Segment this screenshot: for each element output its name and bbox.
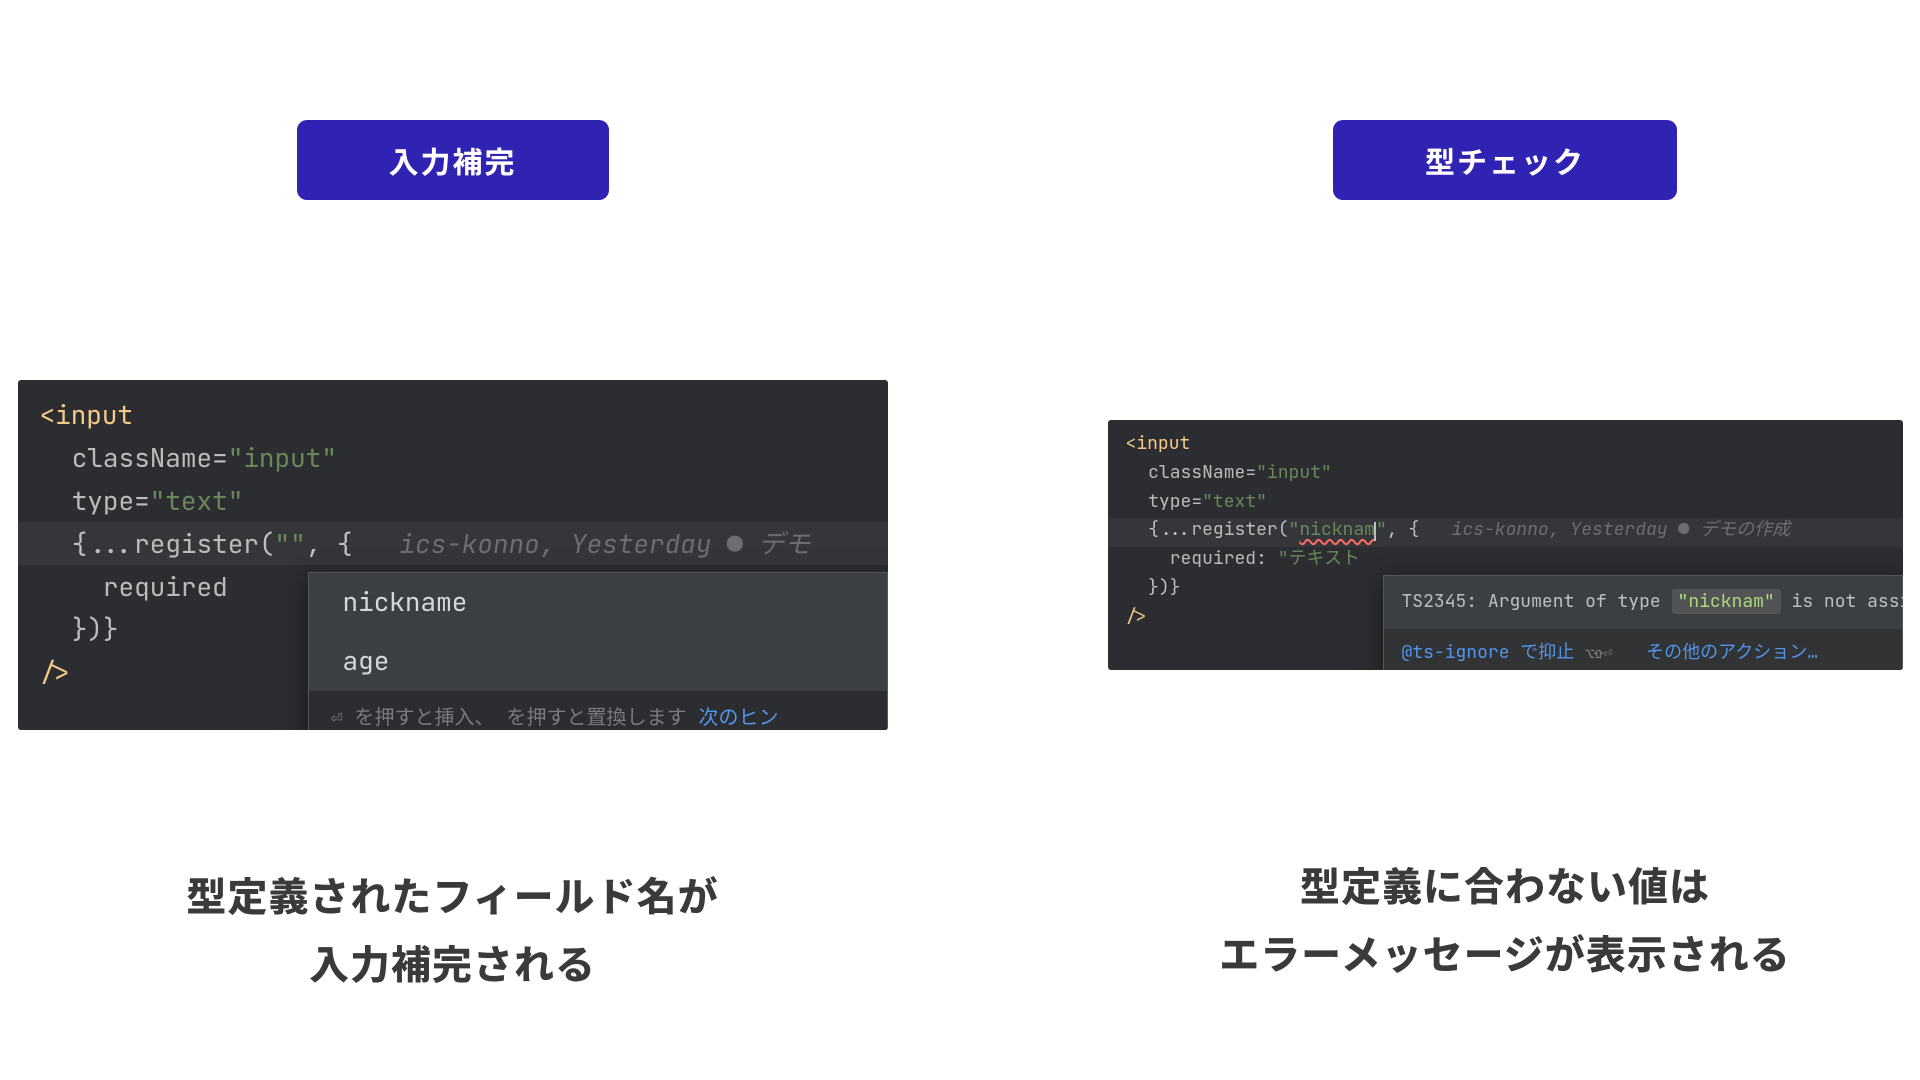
error-popup[interactable]: TS2345: Argument of type "nicknam" is no… — [1383, 575, 1903, 670]
error-squiggle: nicknam — [1299, 518, 1375, 541]
action-more[interactable]: その他のアクション… — [1646, 639, 1818, 668]
code-line: <input — [1126, 430, 1903, 459]
git-blame: ics-konno, Yesterday ● デモ — [399, 526, 810, 561]
code-line: {...register("nicknam", { ics-konno, Yes… — [1126, 516, 1903, 545]
editor-typecheck: <input className="input" type="text" {..… — [1108, 420, 1903, 670]
code-line: className="input" — [1126, 459, 1903, 488]
caption-typecheck: 型定義に合わない値は エラーメッセージが表示される — [1219, 850, 1791, 986]
caption-autocomplete: 型定義されたフィールド名が 入力補完される — [186, 860, 718, 996]
autocomplete-popup[interactable]: nickname age ⏎ を押すと挿入、 を押すと置換します 次のヒン — [308, 572, 888, 730]
code-line: type="text" — [1126, 488, 1903, 517]
column-typecheck: 型チェック <input className="input" type="tex… — [1108, 120, 1903, 996]
code-line: <input — [40, 394, 888, 437]
editor-autocomplete: <input className="input" type="text" {..… — [18, 380, 888, 730]
code-line: {...register("", { ics-konno, Yesterday … — [40, 523, 888, 566]
error-actions: @ts-ignore で抑止 ⌥⇧⏎ その他のアクション… — [1384, 629, 1902, 670]
autocomplete-item[interactable]: age — [309, 632, 887, 691]
code-line: className="input" — [40, 437, 888, 480]
action-ts-ignore[interactable]: @ts-ignore で抑止 ⌥⇧⏎ — [1402, 639, 1613, 668]
column-autocomplete: 入力補完 <input className="input" type="text… — [18, 120, 888, 996]
tag-autocomplete: 入力補完 — [297, 120, 609, 200]
error-message: TS2345: Argument of type "nicknam" is no… — [1384, 576, 1902, 629]
git-blame: ics-konno, Yesterday ● デモの作成 — [1452, 518, 1790, 541]
code-line: type="text" — [40, 480, 888, 523]
autocomplete-item[interactable]: nickname — [309, 573, 887, 632]
autocomplete-hint: ⏎ を押すと挿入、 を押すと置換します 次のヒン — [309, 691, 887, 730]
tag-typecheck: 型チェック — [1333, 120, 1677, 200]
code-line: required: "テキスト — [1126, 545, 1903, 574]
